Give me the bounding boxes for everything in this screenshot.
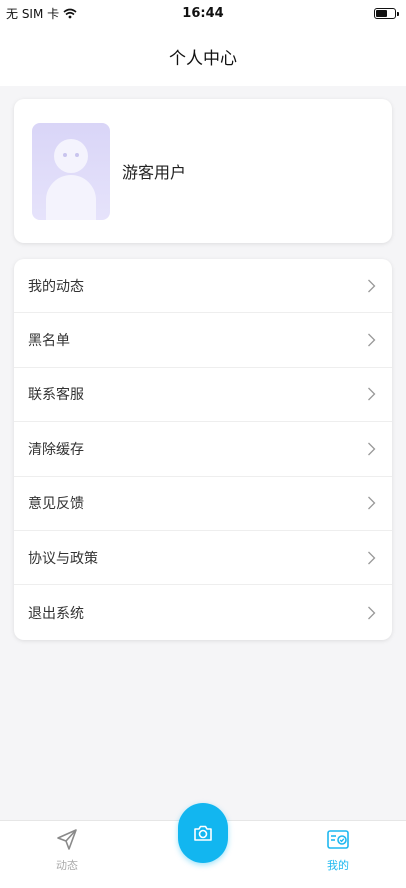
chevron-right-icon — [368, 496, 376, 510]
status-bar: 无 SIM 卡 16:44 — [0, 0, 406, 26]
status-left: 无 SIM 卡 — [6, 5, 77, 22]
camera-icon — [194, 825, 212, 841]
menu-item-label: 清除缓存 — [28, 441, 84, 458]
tab-feed[interactable]: 动态 — [27, 827, 107, 883]
menu-item-agreements[interactable]: 协议与政策 — [14, 531, 392, 586]
tab-mine[interactable]: 我的 — [298, 827, 378, 883]
page-title: 个人中心 — [169, 48, 237, 69]
chevron-right-icon — [368, 442, 376, 456]
menu-item-contact-support[interactable]: 联系客服 — [14, 368, 392, 423]
menu-item-label: 协议与政策 — [28, 550, 98, 567]
menu-item-clear-cache[interactable]: 清除缓存 — [14, 422, 392, 477]
menu-item-label: 退出系统 — [28, 605, 84, 622]
menu-item-feedback[interactable]: 意见反馈 — [14, 477, 392, 531]
wifi-icon — [63, 8, 77, 18]
avatar[interactable] — [32, 122, 110, 220]
tab-label: 动态 — [56, 859, 78, 872]
avatar-body — [46, 174, 96, 220]
avatar-head — [54, 138, 88, 173]
menu-item-label: 我的动态 — [28, 278, 84, 295]
menu-list: 我的动态 黑名单 联系客服 清除缓存 意见反馈 协议与政策 退出系统 — [14, 259, 392, 640]
carrier-label: 无 SIM 卡 — [6, 6, 60, 21]
chevron-right-icon — [368, 333, 376, 347]
camera-button[interactable] — [178, 803, 228, 863]
menu-item-my-posts[interactable]: 我的动态 — [14, 259, 392, 314]
menu-item-blacklist[interactable]: 黑名单 — [14, 313, 392, 368]
menu-item-label: 意见反馈 — [28, 496, 84, 513]
battery-icon — [374, 7, 399, 19]
send-icon — [57, 829, 77, 850]
nav-bar: 个人中心 — [0, 26, 406, 86]
menu-item-label: 联系客服 — [28, 387, 84, 404]
menu-item-label: 黑名单 — [28, 333, 70, 350]
profile-card-icon — [327, 830, 349, 849]
chevron-right-icon — [368, 606, 376, 619]
profile-name: 游客用户 — [122, 163, 187, 182]
tab-label: 我的 — [327, 859, 349, 872]
chevron-right-icon — [368, 551, 376, 565]
main-content: 游客用户 我的动态 黑名单 联系客服 清除缓存 意见反馈 协议与政策 退出系统 — [0, 86, 406, 820]
chevron-right-icon — [368, 279, 376, 293]
profile-card[interactable]: 游客用户 — [14, 99, 392, 243]
menu-item-logout[interactable]: 退出系统 — [14, 585, 392, 639]
chevron-right-icon — [368, 388, 376, 401]
